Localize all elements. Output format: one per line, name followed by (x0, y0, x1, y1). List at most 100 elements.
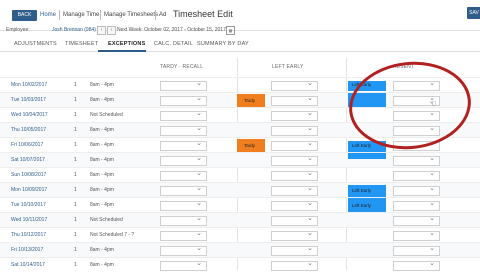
tardy-chip: Tardy (237, 139, 265, 152)
row-number: 1 (74, 202, 77, 208)
table-row: Thu 10/12/2017 1 Not Scheduled 7 - ? (0, 227, 480, 243)
left-early-dropdown[interactable] (271, 184, 318, 196)
absent-dropdown[interactable] (393, 169, 440, 181)
tardy-dropdown[interactable] (160, 184, 207, 196)
table-row: Sat 10/14/2017 1 8am - 4pm (0, 257, 480, 273)
row-schedule: Not Scheduled 7 - ? (90, 232, 135, 238)
row-number: 1 (74, 172, 77, 178)
table-row: Sun 10/08/2017 1 8am - 4pm (0, 167, 480, 183)
absent-dropdown[interactable] (393, 199, 440, 211)
employee-label: Employee: (6, 27, 30, 33)
tardy-dropdown[interactable] (160, 229, 207, 241)
table-row: Wed 10/11/2017 1 Not Scheduled (0, 212, 480, 228)
row-schedule: 8am - 4pm (90, 172, 114, 178)
breadcrumb-manage-time[interactable]: Manage Time (63, 12, 99, 18)
save-button[interactable]: SAV (467, 7, 480, 19)
row-date[interactable]: Mon 10/02/2017 (11, 82, 47, 88)
tardy-dropdown[interactable] (160, 154, 207, 166)
row-date[interactable]: Sat 10/14/2017 (11, 262, 45, 268)
tardy-dropdown[interactable] (160, 94, 207, 106)
employee-bar: Employee: Josh Brennan (984) ‹ › Next We… (0, 24, 480, 36)
tab-calc-detail[interactable]: CALC. DETAIL (154, 41, 193, 47)
row-schedule: 8am - 4pm (90, 262, 114, 268)
row-date[interactable]: Wed 10/04/2017 (11, 112, 48, 118)
left-early-dropdown[interactable] (271, 79, 318, 91)
left-early-dropdown[interactable] (271, 139, 318, 151)
page-title: Timesheet Edit (173, 9, 233, 19)
row-date[interactable]: Mon 10/09/2017 (11, 187, 47, 193)
tardy-dropdown[interactable] (160, 199, 207, 211)
table-row: Mon 10/09/2017 1 8am - 4pm Left Early (0, 182, 480, 198)
tab-exceptions[interactable]: EXCEPTIONS (108, 41, 145, 47)
tardy-dropdown[interactable] (160, 79, 207, 91)
breadcrumb-home[interactable]: Home (40, 12, 56, 18)
row-number: 1 (74, 157, 77, 163)
left-early-dropdown[interactable] (271, 229, 318, 241)
absent-dropdown[interactable] (393, 214, 440, 226)
left-early-dropdown[interactable] (271, 124, 318, 136)
left-early-dropdown[interactable] (271, 199, 318, 211)
left-early-dropdown[interactable] (271, 244, 318, 256)
left-early-chip: Left Early (348, 198, 386, 213)
breadcrumb-separator (100, 10, 101, 20)
employee-name[interactable]: Josh Brennan (984) (52, 27, 96, 33)
absent-dropdown[interactable] (393, 244, 440, 256)
breadcrumb-ad[interactable]: Ad (159, 12, 166, 18)
row-schedule: 8am - 4pm (90, 187, 114, 193)
left-early-dropdown[interactable] (271, 214, 318, 226)
tardy-dropdown[interactable] (160, 109, 207, 121)
row-schedule: 8am - 4pm (90, 247, 114, 253)
absent-dropdown[interactable] (393, 229, 440, 241)
breadcrumb-separator (155, 10, 156, 20)
chevron-right-icon[interactable]: › (107, 26, 116, 35)
row-number: 1 (74, 217, 77, 223)
left-early-chip-continued (348, 153, 386, 159)
absent-dropdown[interactable] (393, 154, 440, 166)
active-tab-indicator (98, 50, 146, 52)
tab-adjustments[interactable]: ADJUSTMENTS (14, 41, 57, 47)
row-date[interactable]: Thu 10/05/2017 (11, 127, 46, 133)
table-row: Fri 10/13/2017 1 8am - 4pm (0, 242, 480, 258)
pointer-cursor-icon: ☜ (429, 99, 437, 108)
tardy-dropdown[interactable] (160, 124, 207, 136)
tardy-dropdown[interactable] (160, 169, 207, 181)
row-date[interactable]: Sun 10/08/2017 (11, 172, 46, 178)
tab-summary-by-day[interactable]: SUMMARY BY DAY (197, 41, 249, 47)
row-date[interactable]: Tue 10/03/2017 (11, 97, 46, 103)
row-number: 1 (74, 247, 77, 253)
calendar-icon[interactable]: ▦ (226, 26, 235, 35)
left-early-dropdown[interactable] (271, 154, 318, 166)
tardy-dropdown[interactable] (160, 244, 207, 256)
tardy-dropdown[interactable] (160, 214, 207, 226)
left-early-dropdown[interactable] (271, 94, 318, 106)
table-row: Tue 10/10/2017 1 8am - 4pm Left Early (0, 197, 480, 213)
column-header-tardy: TARDY · RECALL (160, 64, 204, 70)
row-schedule: 8am - 4pm (90, 97, 114, 103)
absent-dropdown[interactable] (393, 184, 440, 196)
row-schedule: 8am - 4pm (90, 157, 114, 163)
row-schedule: 8am - 4pm (90, 202, 114, 208)
back-button[interactable]: BACK (12, 10, 37, 21)
row-number: 1 (74, 97, 77, 103)
row-date[interactable]: Wed 10/11/2017 (11, 217, 47, 223)
chevron-left-icon[interactable]: ‹ (97, 26, 106, 35)
row-date[interactable]: Tue 10/10/2017 (11, 202, 46, 208)
row-schedule: 8am - 4pm (90, 142, 114, 148)
left-early-dropdown[interactable] (271, 169, 318, 181)
row-number: 1 (74, 112, 77, 118)
row-number: 1 (74, 262, 77, 268)
row-number: 1 (74, 232, 77, 238)
tardy-dropdown[interactable] (160, 139, 207, 151)
breadcrumb-separator (59, 10, 60, 20)
column-header-left-early: LEFT EARLY (272, 64, 304, 70)
row-date[interactable]: Sat 10/07/2017 (11, 157, 45, 163)
tab-timesheet[interactable]: TIMESHEET (65, 41, 98, 47)
breadcrumb-manage-timesheets[interactable]: Manage Timesheets (104, 12, 158, 18)
row-date[interactable]: Fri 10/06/2017 (11, 142, 43, 148)
period-label: Next Week: October 02, 2017 - October 15… (117, 27, 226, 33)
row-schedule: Not Scheduled (90, 217, 123, 223)
row-date[interactable]: Fri 10/13/2017 (11, 247, 43, 253)
row-schedule: Not Scheduled (90, 112, 123, 118)
row-date[interactable]: Thu 10/12/2017 (11, 232, 46, 238)
left-early-dropdown[interactable] (271, 109, 318, 121)
